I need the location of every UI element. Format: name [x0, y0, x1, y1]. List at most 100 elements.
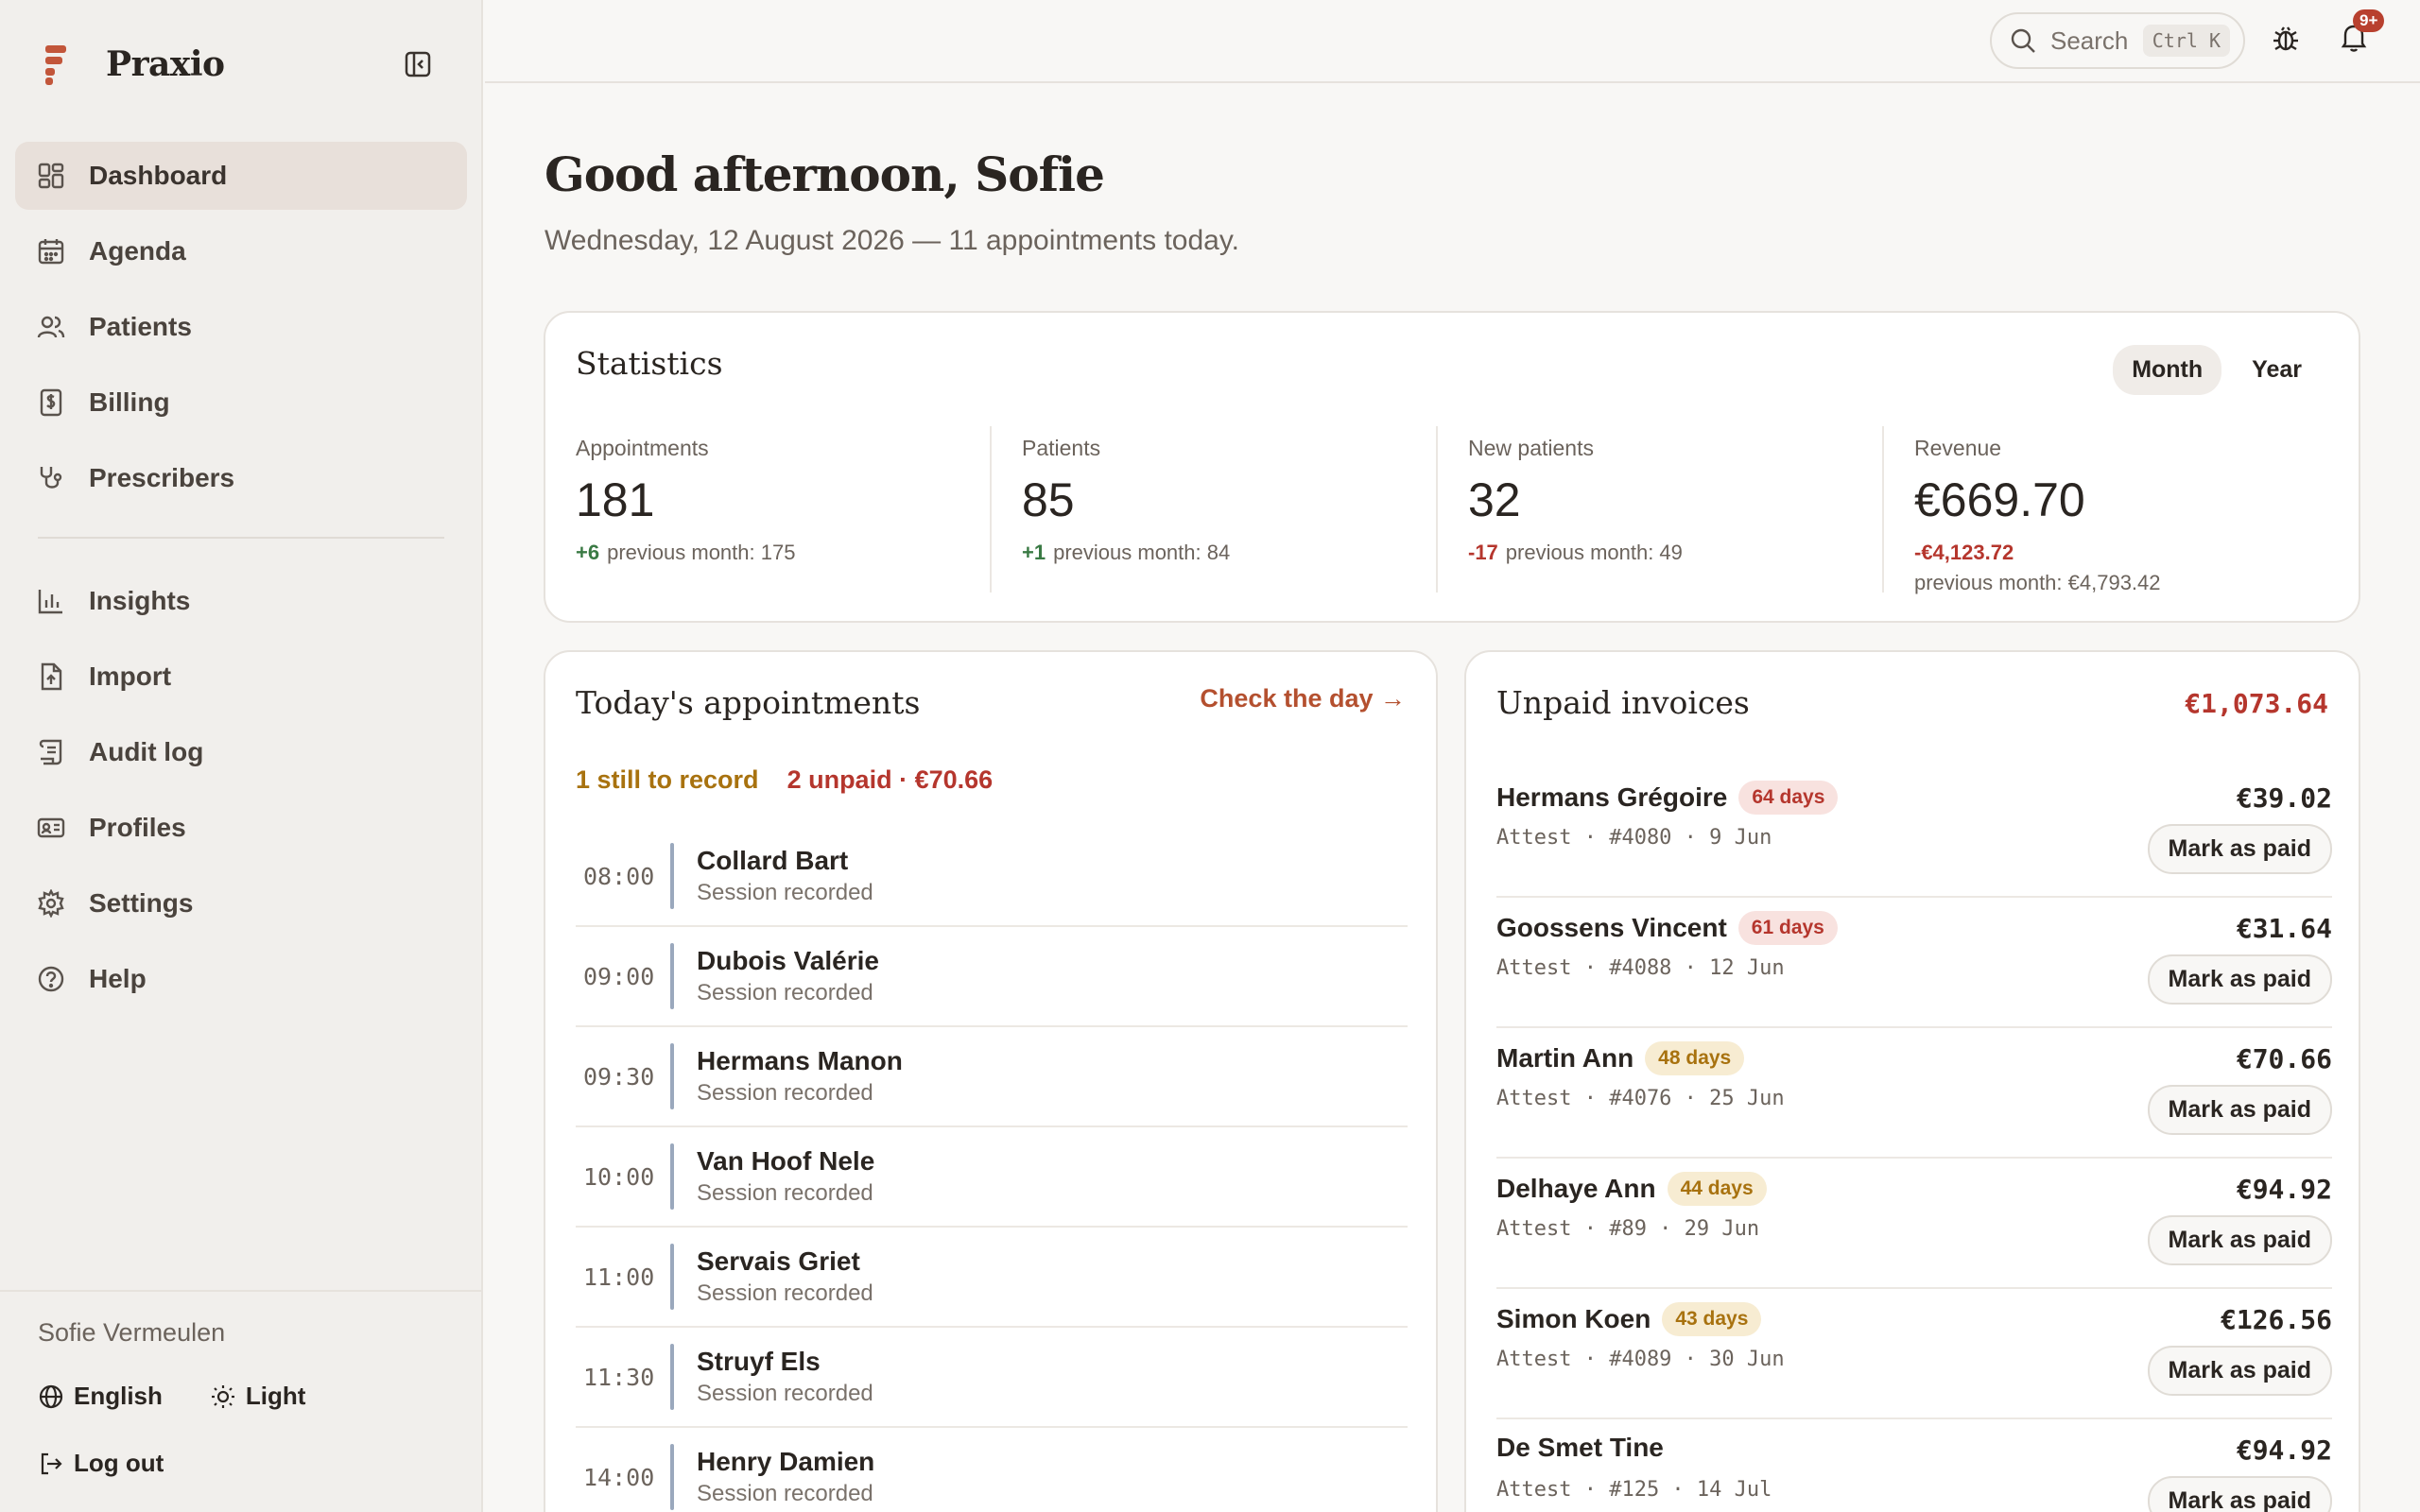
- stat-previous: previous month: 84: [1053, 541, 1231, 564]
- language-button[interactable]: English: [38, 1382, 163, 1411]
- appointment-time: 11:30: [583, 1363, 655, 1391]
- mark-as-paid-button[interactable]: Mark as paid: [2147, 824, 2332, 874]
- sidebar-item-label: Import: [89, 662, 172, 691]
- appointment-time: 14:00: [583, 1463, 655, 1491]
- appointment-time: 08:00: [583, 862, 655, 890]
- bug-report-icon[interactable]: [2270, 23, 2308, 60]
- list-item[interactable]: 10:00 Van Hoof Nele Session recorded: [576, 1127, 1408, 1228]
- sidebar-item-audit-log[interactable]: Audit log: [15, 718, 467, 786]
- sidebar-item-profiles[interactable]: Profiles: [15, 794, 467, 862]
- list-item[interactable]: 09:30 Hermans Manon Session recorded: [576, 1027, 1408, 1127]
- mark-as-paid-button[interactable]: Mark as paid: [2147, 1346, 2332, 1396]
- still-to-record-tag[interactable]: 1 still to record: [576, 765, 759, 795]
- invoice-amount: €39.02: [2236, 782, 2332, 814]
- users-icon: [36, 312, 66, 342]
- sidebar-item-billing[interactable]: Billing: [15, 369, 467, 437]
- unpaid-total: €1,073.64: [2185, 688, 2328, 719]
- mark-as-paid-button[interactable]: Mark as paid: [2147, 954, 2332, 1005]
- mark-as-paid-button[interactable]: Mark as paid: [2147, 1085, 2332, 1135]
- stat-patients: Patients 85 +1 previous month: 84: [990, 426, 1436, 593]
- sidebar-item-patients[interactable]: Patients: [15, 293, 467, 361]
- overdue-badge: 61 days: [1737, 911, 1838, 945]
- sidebar-item-agenda[interactable]: Agenda: [15, 217, 467, 285]
- patient-name: Servais Griet: [697, 1246, 860, 1276]
- sun-icon: [211, 1384, 234, 1408]
- logout-button[interactable]: Log out: [38, 1449, 164, 1478]
- sidebar-item-prescribers[interactable]: Prescribers: [15, 444, 467, 512]
- appointment-status: Session recorded: [697, 880, 873, 905]
- unpaid-tag[interactable]: 2 unpaid · €70.66: [787, 765, 994, 795]
- stethoscope-icon: [36, 463, 66, 493]
- invoice-meta: Attest · #89 · 29 Jun: [1496, 1217, 1760, 1241]
- patient-name[interactable]: Martin Ann: [1496, 1043, 1634, 1074]
- search-placeholder: Search: [2050, 26, 2129, 55]
- invoice-meta: Attest · #4076 · 25 Jun: [1496, 1087, 1785, 1110]
- mark-as-paid-button[interactable]: Mark as paid: [2147, 1476, 2332, 1512]
- period-month-button[interactable]: Month: [2113, 345, 2222, 395]
- nav-divider: [38, 537, 444, 539]
- invoice-meta: Attest · #4089 · 30 Jun: [1496, 1348, 1785, 1371]
- stat-change: +1: [1022, 541, 1046, 564]
- stat-delta: -€4,123.72 previous month: €4,793.42: [1914, 541, 2328, 595]
- notification-badge: 9+: [2353, 9, 2385, 32]
- invoice-row: Hermans Grégoire 64 days Attest · #4080 ·…: [1496, 767, 2332, 898]
- timeline-bar: [670, 1143, 674, 1210]
- invoice-patient: De Smet Tine: [1496, 1433, 1664, 1463]
- logout-row: Log out: [38, 1449, 445, 1478]
- stat-appointments: Appointments 181 +6 previous month: 175: [576, 426, 990, 593]
- appointment-status: Session recorded: [697, 1280, 873, 1306]
- list-item[interactable]: 14:00 Henry Damien Session recorded: [576, 1428, 1408, 1512]
- period-year-button[interactable]: Year: [2233, 345, 2321, 395]
- list-item[interactable]: 11:00 Servais Griet Session recorded: [576, 1228, 1408, 1328]
- patient-name[interactable]: Hermans Grégoire: [1496, 782, 1727, 813]
- sidebar-item-label: Dashboard: [89, 161, 228, 190]
- sidebar-item-insights[interactable]: Insights: [15, 567, 467, 635]
- sidebar-item-help[interactable]: Help: [15, 945, 467, 1013]
- topbar: Search Ctrl K 9+: [485, 0, 2420, 83]
- stat-label: Appointments: [576, 436, 709, 460]
- invoice-row: Simon Koen 43 days Attest · #4089 · 30 Ju…: [1496, 1289, 2332, 1419]
- patient-name[interactable]: Delhaye Ann: [1496, 1174, 1656, 1204]
- stat-previous: previous month: 49: [1505, 541, 1683, 564]
- patient-name[interactable]: Goossens Vincent: [1496, 913, 1727, 943]
- invoice-amount: €70.66: [2236, 1043, 2332, 1074]
- theme-button[interactable]: Light: [210, 1382, 305, 1411]
- praxio-logo-icon: [45, 45, 66, 85]
- patient-name[interactable]: Simon Koen: [1496, 1304, 1651, 1334]
- timeline-bar: [670, 1244, 674, 1310]
- stat-label: Patients: [1022, 436, 1101, 460]
- brand[interactable]: Praxio: [38, 38, 225, 91]
- file-upload-icon: [36, 662, 66, 692]
- search-input[interactable]: Search Ctrl K: [1990, 12, 2245, 69]
- invoice-row: Martin Ann 48 days Attest · #4076 · 25 Ju…: [1496, 1028, 2332, 1159]
- stat-previous: previous month: €4,793.42: [1914, 571, 2161, 594]
- sidebar-item-import[interactable]: Import: [15, 643, 467, 711]
- invoice-patient: Hermans Grégoire 64 days: [1496, 781, 1839, 815]
- sidebar: Praxio Dashboard Agenda Patients Billing…: [0, 0, 483, 1512]
- sidebar-item-dashboard[interactable]: Dashboard: [15, 142, 467, 210]
- sidebar-item-settings[interactable]: Settings: [15, 869, 467, 937]
- invoice-amount: €126.56: [2220, 1304, 2332, 1335]
- sidebar-item-label: Profiles: [89, 813, 186, 842]
- check-the-day-link[interactable]: Check the day →: [1200, 684, 1406, 713]
- timeline-bar: [670, 1043, 674, 1109]
- patient-name[interactable]: De Smet Tine: [1496, 1433, 1664, 1463]
- collapse-sidebar-icon[interactable]: [399, 47, 437, 81]
- list-item[interactable]: 09:00 Dubois Valérie Session recorded: [576, 927, 1408, 1027]
- stat-label: Revenue: [1914, 436, 2002, 460]
- logout-label: Log out: [74, 1449, 164, 1477]
- mark-as-paid-button[interactable]: Mark as paid: [2147, 1215, 2332, 1265]
- sidebar-item-label: Prescribers: [89, 463, 235, 492]
- invoice-patient: Martin Ann 48 days: [1496, 1041, 1745, 1075]
- appointment-status: Session recorded: [697, 980, 873, 1005]
- search-shortcut: Ctrl K: [2142, 25, 2230, 57]
- list-item[interactable]: 11:30 Struyf Els Session recorded: [576, 1328, 1408, 1428]
- appointment-status: Session recorded: [697, 1080, 873, 1106]
- search-icon: [2011, 28, 2035, 53]
- sidebar-item-label: Audit log: [89, 737, 204, 766]
- list-item[interactable]: 08:00 Collard Bart Session recorded: [576, 827, 1408, 927]
- stat-change: -17: [1468, 541, 1498, 564]
- patient-name: Dubois Valérie: [697, 946, 879, 975]
- stat-delta: -17 previous month: 49: [1468, 541, 1882, 565]
- sidebar-footer: Sofie Vermeulen English Light Log out: [0, 1290, 483, 1504]
